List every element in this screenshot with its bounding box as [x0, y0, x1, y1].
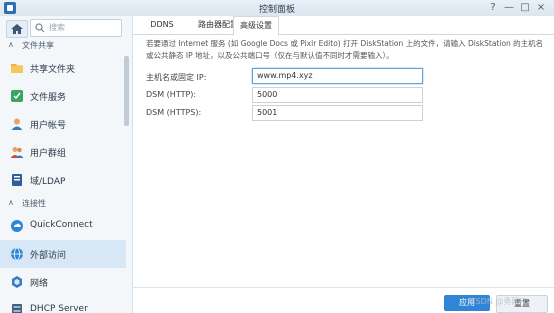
section-file-sharing[interactable]: ∧ 文件共享 — [0, 38, 132, 54]
help-icon[interactable]: ? — [486, 1, 500, 15]
dsm-http-port-input[interactable]: 5000 — [252, 87, 423, 103]
tab-advanced-settings[interactable]: 高级设置 — [233, 16, 279, 36]
section-connectivity[interactable]: ∧ 连接性 — [0, 196, 132, 212]
home-icon — [11, 24, 23, 34]
file-services-icon — [11, 90, 23, 102]
home-button[interactable] — [6, 20, 28, 38]
watermark: CSDN @勇网IT — [470, 297, 527, 306]
main-panel: DDNS 路由器配置 高级设置 若要通过 Internet 服务 (如 Goog… — [133, 16, 554, 313]
minimize-icon[interactable]: — — [502, 1, 516, 15]
sidebar-item-quickconnect[interactable]: QuickConnect — [0, 212, 126, 240]
dsm-http-label: DSM (HTTP): — [146, 90, 197, 99]
search-input[interactable]: 搜索 — [30, 19, 122, 37]
search-placeholder: 搜索 — [49, 23, 65, 32]
description-text: 若要通过 Internet 服务 (如 Google Docs 或 Pixlr … — [146, 39, 544, 60]
chevron-up-icon: ∧ — [8, 198, 14, 207]
sidebar-item-external-access[interactable]: 外部访问 — [0, 240, 126, 268]
close-icon[interactable]: × — [534, 1, 548, 15]
tab-bar: DDNS 路由器配置 高级设置 — [133, 16, 554, 36]
hostname-label: 主机名或固定 IP: — [146, 73, 207, 82]
maximize-icon[interactable]: □ — [518, 1, 532, 15]
window-title: 控制面板 — [258, 5, 295, 15]
sidebar-item-dhcp-server[interactable]: DHCP Server — [0, 296, 126, 313]
sidebar-scrollbar[interactable] — [124, 56, 129, 126]
sidebar-item-shared-folder[interactable]: 共享文件夹 — [0, 54, 126, 82]
user-icon — [11, 118, 23, 130]
cloud-icon — [11, 220, 23, 232]
hostname-input[interactable]: www.mp4.xyz — [252, 68, 423, 84]
dsm-https-label: DSM (HTTPS): — [146, 108, 202, 117]
globe-icon — [11, 247, 23, 261]
directory-icon — [12, 174, 22, 186]
sidebar-item-group[interactable]: 用户群组 — [0, 138, 126, 166]
footer-divider — [133, 287, 554, 288]
dsm-https-port-input[interactable]: 5001 — [252, 105, 423, 121]
folder-icon — [11, 64, 23, 73]
sidebar-item-network[interactable]: 网络 — [0, 268, 126, 296]
search-icon — [35, 23, 45, 33]
sidebar-item-directory[interactable]: 域/LDAP — [0, 166, 126, 194]
network-icon — [12, 276, 22, 288]
sidebar-item-user[interactable]: 用户帐号 — [0, 110, 126, 138]
sidebar-item-file-services[interactable]: 文件服务 — [0, 82, 126, 110]
group-icon — [10, 147, 24, 158]
tab-ddns[interactable]: DDNS — [143, 16, 181, 34]
server-icon — [12, 304, 22, 313]
chevron-up-icon: ∧ — [8, 40, 14, 49]
title-bar: 控制面板 ? — □ × — [0, 0, 554, 17]
sidebar: 搜索 ∧ 文件共享 共享文件夹 文件服务 用户帐号 用户群组 域/LDAP ∧ … — [0, 16, 133, 313]
